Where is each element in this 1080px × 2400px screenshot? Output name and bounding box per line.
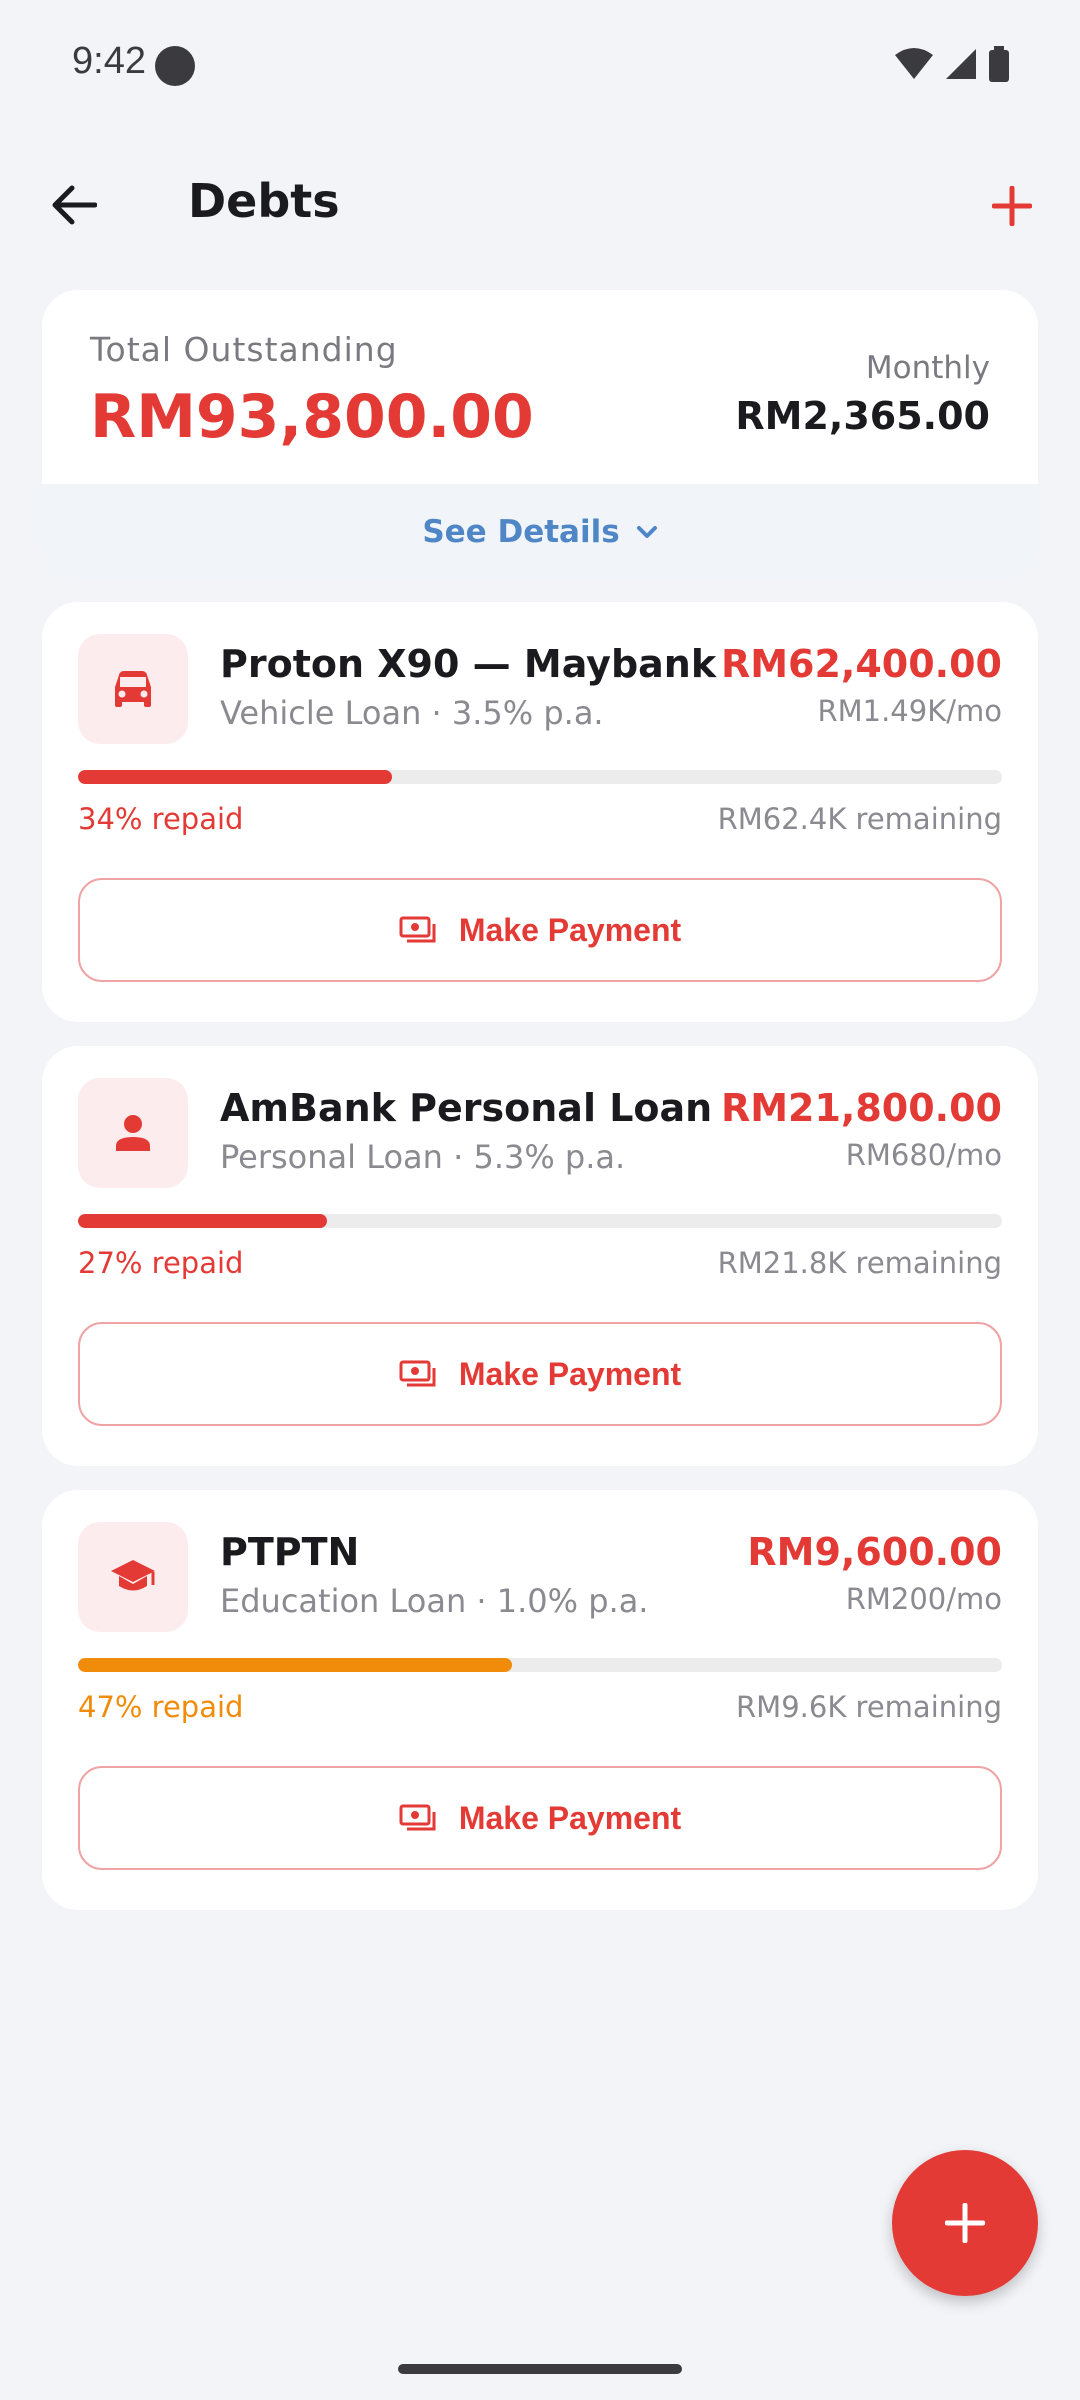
add-debt-fab[interactable] (892, 2150, 1038, 2296)
make-payment-button[interactable]: Make Payment (78, 878, 1002, 982)
repaid-label: 47% repaid (78, 1690, 244, 1724)
gesture-navigation-bar[interactable] (398, 2364, 682, 2374)
make-payment-label: Make Payment (458, 911, 682, 948)
add-debt-button[interactable] (984, 178, 1040, 234)
see-details-label: See Details (422, 514, 620, 550)
debt-card[interactable]: AmBank Personal Loan Personal Loan · 5.3… (42, 1046, 1038, 1466)
chevron-down-icon (636, 526, 657, 538)
payment-icon (399, 916, 436, 943)
debt-name: Proton X90 — Maybank (220, 642, 717, 686)
see-details-button[interactable]: See Details (42, 484, 1038, 580)
page-title: Debts (188, 174, 340, 228)
status-bar: 9:42 (0, 0, 1080, 130)
total-outstanding-value: RM93,800.00 (90, 382, 534, 452)
repayment-progress-fill (78, 1214, 328, 1228)
monthly-label: Monthly (865, 350, 990, 386)
remaining-label: RM9.6K remaining (736, 1690, 1002, 1724)
status-time: 9:42 (72, 40, 146, 82)
debt-amount: RM21,800.00 (720, 1086, 1002, 1130)
repayment-progress-fill (78, 770, 393, 784)
debt-type-rate: Education Loan · 1.0% p.a. (220, 1582, 649, 1620)
debt-name: PTPTN (220, 1530, 360, 1574)
payment-icon (399, 1804, 436, 1831)
repaid-label: 34% repaid (78, 802, 244, 836)
car-icon (115, 671, 151, 707)
debt-monthly: RM680/mo (845, 1138, 1002, 1172)
monthly-value: RM2,365.00 (735, 394, 990, 438)
debt-card[interactable]: Proton X90 — Maybank Vehicle Loan · 3.5%… (42, 602, 1038, 1022)
debt-monthly: RM200/mo (845, 1582, 1002, 1616)
debt-icon-container (78, 1522, 188, 1632)
total-outstanding-label: Total Outstanding (90, 330, 398, 369)
signal-icon (946, 49, 976, 79)
repaid-label: 27% repaid (78, 1246, 244, 1280)
debt-amount: RM62,400.00 (720, 642, 1002, 686)
debt-icon-container (78, 634, 188, 744)
repayment-progress-bar (78, 770, 1002, 784)
repayment-progress-bar (78, 1658, 1002, 1672)
battery-icon (989, 46, 1009, 82)
make-payment-button[interactable]: Make Payment (78, 1322, 1002, 1426)
notification-dot-icon (155, 46, 195, 86)
debt-icon-container (78, 1078, 188, 1188)
payment-icon (399, 1360, 436, 1387)
debt-card[interactable]: PTPTN Education Loan · 1.0% p.a. RM9,600… (42, 1490, 1038, 1910)
debt-type-rate: Personal Loan · 5.3% p.a. (220, 1138, 626, 1176)
make-payment-button[interactable]: Make Payment (78, 1766, 1002, 1870)
debt-amount: RM9,600.00 (747, 1530, 1002, 1574)
top-app-bar: Debts (0, 160, 1080, 250)
person-icon (116, 1115, 150, 1151)
back-button[interactable] (44, 180, 104, 230)
debt-type-rate: Vehicle Loan · 3.5% p.a. (220, 694, 604, 732)
remaining-label: RM62.4K remaining (717, 802, 1002, 836)
plus-icon (945, 2203, 985, 2243)
plus-icon (992, 186, 1032, 226)
arrow-left-icon (52, 185, 97, 225)
make-payment-label: Make Payment (458, 1355, 682, 1392)
status-icons (894, 46, 1010, 82)
make-payment-label: Make Payment (458, 1799, 682, 1836)
wifi-icon (895, 48, 933, 79)
graduation-cap-icon (111, 1560, 155, 1591)
debt-monthly: RM1.49K/mo (817, 694, 1002, 728)
repayment-progress-fill (78, 1658, 513, 1672)
remaining-label: RM21.8K remaining (717, 1246, 1002, 1280)
debt-name: AmBank Personal Loan (220, 1086, 713, 1130)
summary-card: Total Outstanding RM93,800.00 Monthly RM… (42, 290, 1038, 580)
repayment-progress-bar (78, 1214, 1002, 1228)
